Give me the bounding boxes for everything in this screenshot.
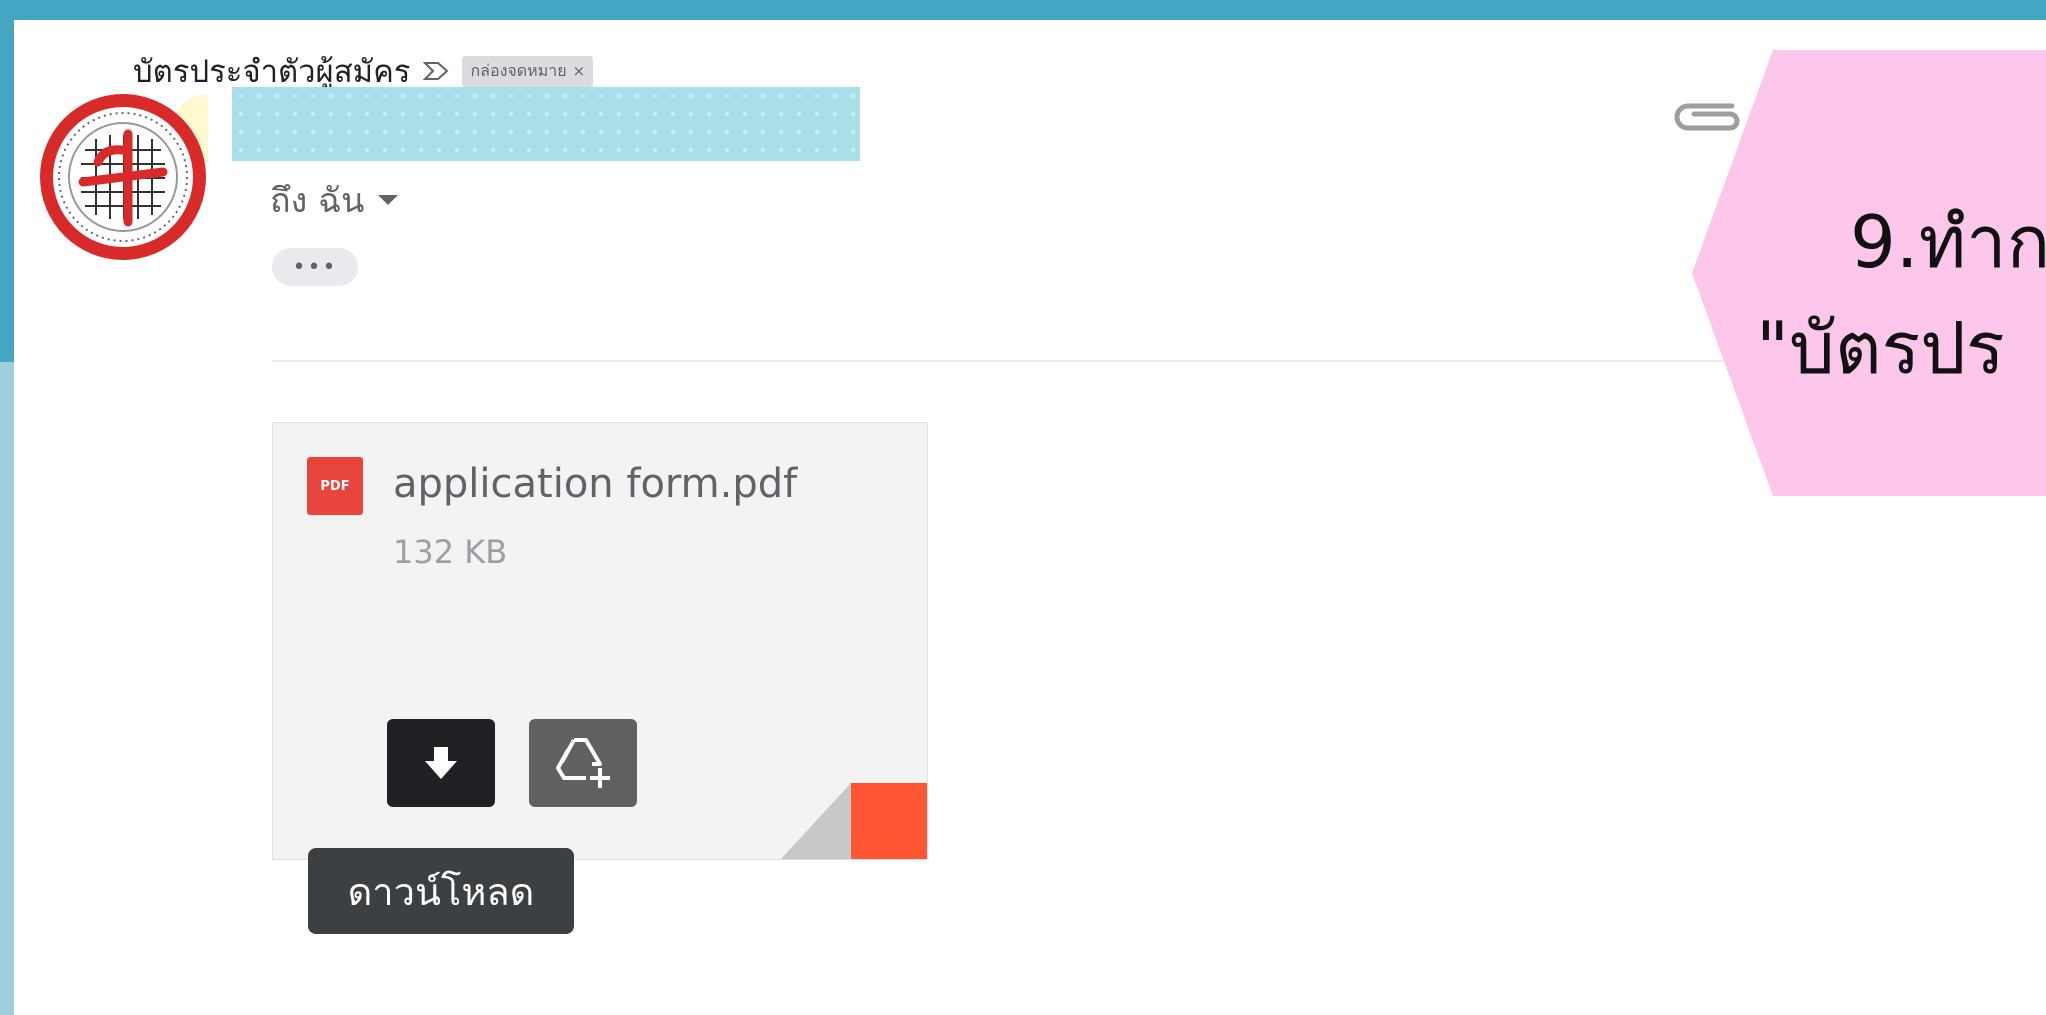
- download-button[interactable]: [387, 719, 495, 807]
- attachment-card[interactable]: PDF application form.pdf 132 KB: [272, 422, 928, 860]
- pdf-file-icon: PDF: [307, 457, 363, 515]
- recipient-text: ถึง ฉัน: [270, 181, 365, 221]
- label-arrow-icon[interactable]: [422, 60, 450, 82]
- file-corner-fold-icon: [781, 783, 927, 859]
- inbox-label-text: กล่องจดหมาย: [470, 60, 567, 80]
- add-to-drive-button[interactable]: [529, 719, 637, 807]
- remove-label-icon[interactable]: ×: [573, 62, 586, 80]
- add-to-drive-icon: [556, 738, 610, 788]
- attachment-file-name: application form.pdf: [393, 461, 798, 507]
- show-trimmed-content-button[interactable]: •••: [272, 248, 358, 286]
- inbox-label-chip[interactable]: กล่องจดหมาย ×: [462, 55, 594, 87]
- recipient-row[interactable]: ถึง ฉัน: [270, 173, 399, 227]
- top-frame-bar: [0, 0, 2046, 20]
- instruction-callout-line1: 9.ทำก: [1850, 200, 2046, 284]
- left-frame-lower: [0, 362, 14, 1015]
- download-tooltip: ดาวน์โหลด: [308, 848, 574, 934]
- download-icon: [425, 747, 457, 779]
- left-frame-bar: [0, 0, 14, 1015]
- chevron-down-icon[interactable]: [378, 195, 399, 205]
- attachment-file-size: 132 KB: [393, 533, 508, 571]
- seal-logo-icon: [40, 94, 208, 260]
- redacted-sender: [232, 87, 860, 161]
- instruction-callout-line2: "บัตรปร: [1756, 306, 2005, 390]
